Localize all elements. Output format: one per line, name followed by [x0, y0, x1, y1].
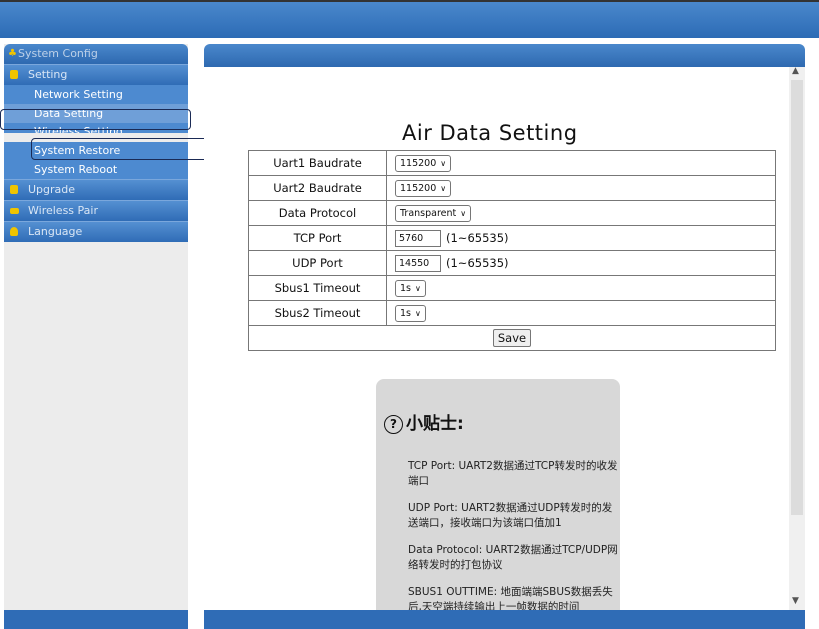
sidebar-header-label: System Config — [18, 47, 98, 60]
tip-data-protocol: Data Protocol: UART2数据通过TCP/UDP网络转发时的打包协… — [408, 544, 618, 571]
udp-port-label: UDP Port — [248, 250, 387, 276]
sidebar-group-label: Language — [28, 225, 83, 238]
table-row: TCP Port 5760 (1~65535) — [248, 225, 776, 251]
tcp-port-label: TCP Port — [248, 225, 387, 251]
scroll-up-icon[interactable]: ▲ — [792, 66, 799, 76]
table-row: Sbus2 Timeout 1s ∨ — [248, 300, 776, 326]
sidebar-group-upgrade[interactable]: Upgrade — [4, 179, 188, 200]
sidebar-group-wireless-pair[interactable]: Wireless Pair — [4, 200, 188, 221]
tcp-port-input[interactable]: 5760 — [395, 229, 441, 247]
sidebar: ♣ System Config Setting Network Setting … — [4, 44, 188, 629]
highlight-box-wireless-setting — [31, 138, 222, 160]
save-button[interactable]: Save — [492, 329, 532, 347]
sidebar-group-label: Upgrade — [28, 183, 76, 196]
table-row: Uart1 Baudrate 115200 ∨ — [248, 150, 776, 176]
monitor-icon — [10, 70, 18, 79]
question-circle-icon: ? — [384, 414, 403, 434]
content-footer-bar — [204, 610, 805, 629]
table-row: Data Protocol Transparent ∨ — [248, 200, 776, 226]
data-protocol-select[interactable]: Transparent ∨ — [395, 204, 472, 222]
chevron-down-icon: ∨ — [415, 283, 421, 293]
sidebar-group-label: Wireless Pair — [28, 204, 98, 217]
sidebar-item-system-reboot[interactable]: System Reboot — [4, 160, 188, 179]
sidebar-footer — [4, 610, 188, 629]
uart2-baudrate-select[interactable]: 115200 ∨ — [395, 179, 452, 197]
table-row: Sbus1 Timeout 1s ∨ — [248, 275, 776, 301]
chevron-down-icon: ∨ — [415, 308, 421, 318]
tips-title: ? 小贴士: — [384, 409, 464, 434]
sbus2-timeout-select[interactable]: 1s ∨ — [395, 304, 426, 322]
highlight-box-data-setting — [0, 109, 191, 130]
tips-panel: ? 小贴士: TCP Port: UART2数据通过TCP转发时的收发端口 UDP… — [376, 379, 620, 610]
upgrade-icon — [10, 185, 18, 194]
scrollbar-thumb[interactable] — [791, 80, 803, 515]
sidebar-group-language[interactable]: Language — [4, 221, 188, 242]
tcp-port-range: (1~65535) — [446, 230, 509, 245]
udp-port-range: (1~65535) — [446, 255, 509, 270]
sbus2-timeout-label: Sbus2 Timeout — [248, 300, 387, 326]
home-icon — [10, 227, 18, 236]
wireless-pair-icon — [10, 208, 19, 214]
tip-sbus1-outtime: SBUS1 OUTTIME: 地面端端SBUS数据丢失后,天空端持续输出上一帧数… — [408, 586, 613, 610]
uart1-baudrate-label: Uart1 Baudrate — [248, 150, 387, 176]
chevron-down-icon: ∨ — [440, 183, 447, 193]
sbus1-timeout-select[interactable]: 1s ∨ — [395, 279, 426, 297]
chevron-down-icon: ∨ — [460, 208, 467, 218]
uart1-baudrate-select[interactable]: 115200 ∨ — [395, 154, 452, 172]
sidebar-group-setting[interactable]: Setting — [4, 64, 188, 85]
system-config-icon: ♣ — [8, 48, 17, 59]
udp-port-input[interactable]: 14550 — [395, 254, 441, 272]
top-banner — [0, 0, 819, 38]
content-header-bar — [204, 44, 805, 67]
uart2-baudrate-label: Uart2 Baudrate — [248, 175, 387, 201]
table-row: Uart2 Baudrate 115200 ∨ — [248, 175, 776, 201]
sidebar-header[interactable]: ♣ System Config — [4, 44, 188, 64]
scroll-down-icon[interactable]: ▼ — [792, 596, 799, 606]
data-protocol-label: Data Protocol — [248, 200, 387, 226]
chevron-down-icon: ∨ — [440, 158, 447, 168]
table-row: UDP Port 14550 (1~65535) — [248, 250, 776, 276]
content-panel: Air Data Setting Uart1 Baudrate 115200 ∨ … — [204, 67, 789, 610]
page-title: Air Data Setting — [402, 121, 578, 145]
tip-udp-port: UDP Port: UART2数据通过UDP转发时的发送端口，接收端口为该端口值… — [408, 502, 613, 529]
sbus1-timeout-label: Sbus1 Timeout — [248, 275, 387, 301]
tip-tcp-port: TCP Port: UART2数据通过TCP转发时的收发端口 — [408, 460, 618, 487]
settings-table: Uart1 Baudrate 115200 ∨ Uart2 Baudrate 11… — [248, 150, 776, 351]
table-row: Save — [248, 325, 776, 351]
sidebar-item-network-setting[interactable]: Network Setting — [4, 85, 188, 104]
sidebar-group-label: Setting — [28, 68, 68, 81]
